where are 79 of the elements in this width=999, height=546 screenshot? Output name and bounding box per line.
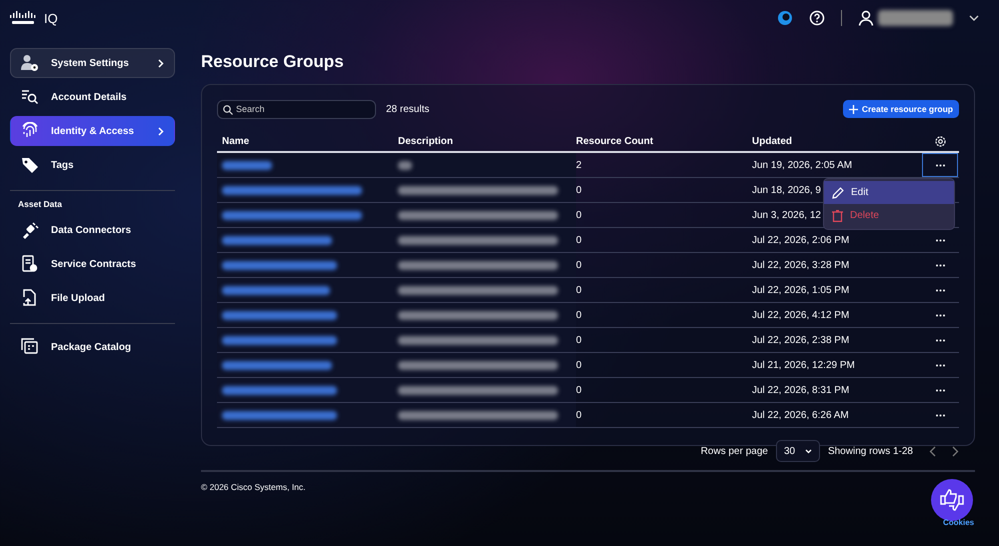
more-button[interactable] [922, 153, 958, 177]
sidebar-icon [21, 289, 39, 307]
product-name: IQ [44, 10, 58, 26]
sidebar-icon [21, 54, 39, 72]
more-icon [936, 314, 944, 316]
table-cell: Jul 22, 2026, 2:38 PM [752, 334, 850, 346]
sidebar-item[interactable]: Data Connectors [10, 215, 175, 245]
sidebar-item[interactable]: Package Catalog [10, 332, 175, 362]
sidebar-item[interactable]: Identity & Access [10, 116, 175, 146]
table-cell-text: 2 [576, 160, 583, 170]
sidebar-item[interactable]: Service Contracts [10, 249, 175, 279]
rows-range: Showing rows 1-28 [828, 446, 913, 456]
table-cell: Jul 22, 2026, 1:05 PM [752, 284, 850, 296]
sidebar-item[interactable]: System Settings [10, 48, 175, 78]
sidebar-icon [21, 338, 39, 356]
chevron-right-icon [158, 126, 164, 136]
table-cell-text: 0 [576, 210, 583, 220]
more-icon [936, 388, 944, 392]
settings-icon[interactable] [934, 136, 946, 146]
table-cell: Jul 22, 2026, 2:06 PM [752, 234, 850, 246]
copyright: © 2026 Cisco Systems, Inc. [201, 482, 306, 492]
logo-icon [10, 11, 36, 25]
feedback-button[interactable] [931, 479, 973, 521]
search-field[interactable]: Search [217, 100, 376, 118]
column-header: Updated [752, 136, 793, 146]
column-header: Resource Count [576, 136, 654, 146]
table-cell: Jun 19, 2026, 2:05 AM [752, 160, 852, 170]
next-page-icon[interactable] [952, 446, 959, 456]
chevron-right-icon [158, 58, 164, 68]
sidebar-icon [21, 122, 39, 140]
sidebar-item[interactable]: Account Details [10, 82, 175, 112]
more-icon [936, 164, 944, 166]
more-icon [936, 338, 944, 342]
create-button[interactable]: Create resource group [842, 100, 959, 118]
table-cell-text: 0 [576, 334, 583, 346]
table-cell: Jul 22, 2026, 6:26 AM [752, 410, 849, 420]
table-cell-text: 0 [576, 284, 583, 296]
rows-per-page-select[interactable]: 30 [776, 440, 820, 462]
table-cell-text: 0 [576, 384, 583, 396]
table-cell: Jul 22, 2026, 4:12 PM [752, 310, 850, 320]
page-title: Resource Groups [201, 52, 345, 72]
more-icon [936, 364, 944, 366]
table-cell: Jun 18, 2026, 9 [752, 184, 821, 196]
table-cell: Jun 3, 2026, 12 [752, 210, 821, 220]
column-header: Description [398, 136, 454, 146]
more-icon [936, 414, 944, 416]
user-icon[interactable] [858, 10, 874, 26]
thumbs-icon [939, 488, 965, 512]
more-icon [936, 288, 944, 292]
sidebar-icon [21, 156, 39, 174]
menu-item[interactable]: Edit [824, 181, 954, 204]
table-cell-text: 0 [576, 234, 583, 246]
cookies-link[interactable]: Cookies [943, 518, 974, 527]
chevron-down-icon[interactable] [969, 15, 979, 21]
sidebar-icon [21, 88, 39, 106]
sidebar-item[interactable]: File Upload [10, 283, 175, 313]
table-cell-text: 0 [576, 310, 583, 320]
rows-per-page-label: Rows per page [700, 446, 768, 456]
results-count: 28 results [386, 104, 430, 114]
table-cell-text: 0 [576, 360, 583, 370]
more-icon [936, 238, 944, 242]
previous-page-icon[interactable] [929, 446, 936, 456]
help-icon[interactable] [809, 10, 825, 26]
more-icon [936, 264, 944, 266]
table-cell: Jul 22, 2026, 3:28 PM [752, 260, 850, 270]
plus-icon [848, 104, 858, 114]
table-cell: Jul 22, 2026, 8:31 PM [752, 384, 850, 396]
pencil-icon [832, 186, 844, 198]
table-cell-text: 0 [576, 410, 583, 420]
trash-icon [832, 210, 843, 222]
column-header: Name [221, 136, 250, 146]
table-cell: Jul 21, 2026, 12:29 PM [752, 360, 855, 370]
table-cell-text: 0 [576, 184, 583, 196]
sidebar-icon [21, 255, 39, 273]
table-cell-text: 0 [576, 260, 583, 270]
sidebar-icon [21, 221, 39, 239]
sidebar-item[interactable]: Tags [10, 150, 175, 180]
chevron-down-icon [804, 448, 812, 454]
section-heading: Asset Data [17, 199, 63, 209]
